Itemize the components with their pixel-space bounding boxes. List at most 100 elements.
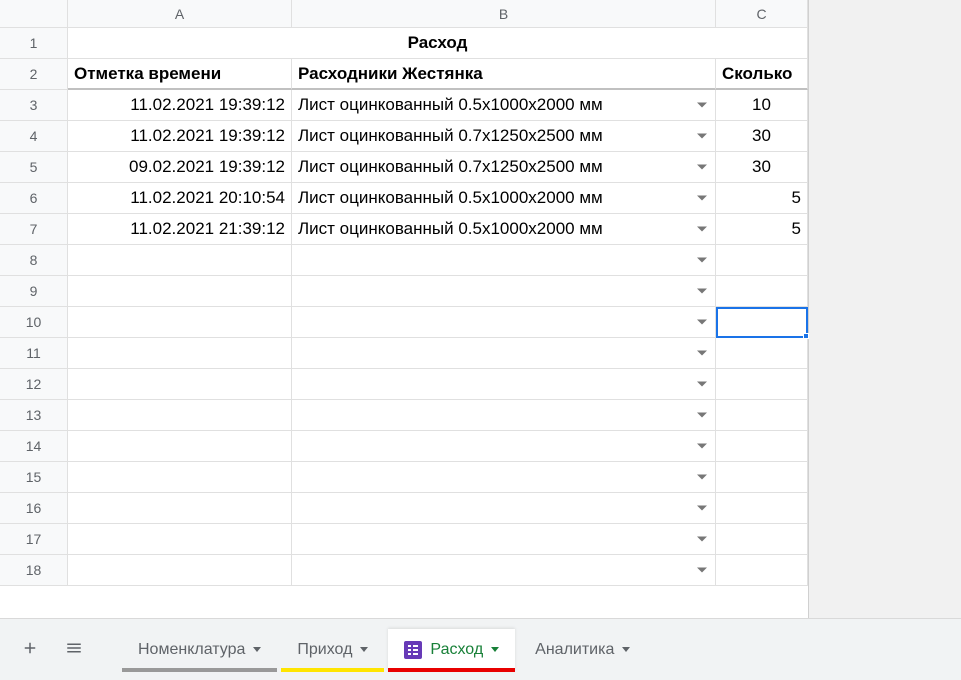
cell-A18[interactable] xyxy=(68,555,292,586)
cell-B10[interactable] xyxy=(292,307,716,338)
cell-C7[interactable]: 5 xyxy=(716,214,808,245)
row-header-3[interactable]: 3 xyxy=(0,90,68,121)
cell-B18[interactable] xyxy=(292,555,716,586)
column-header-A[interactable]: A xyxy=(68,0,292,28)
cell-C13[interactable] xyxy=(716,400,808,431)
cell-B13[interactable] xyxy=(292,400,716,431)
dropdown-icon[interactable] xyxy=(697,475,707,480)
cell-B7[interactable]: Лист оцинкованный 0.5х1000х2000 мм xyxy=(292,214,716,245)
row-header-7[interactable]: 7 xyxy=(0,214,68,245)
cell-A14[interactable] xyxy=(68,431,292,462)
dropdown-icon[interactable] xyxy=(697,134,707,139)
cell-B15[interactable] xyxy=(292,462,716,493)
cell-B11[interactable] xyxy=(292,338,716,369)
cell-B6[interactable]: Лист оцинкованный 0.5х1000х2000 мм xyxy=(292,183,716,214)
row-header-10[interactable]: 10 xyxy=(0,307,68,338)
dropdown-icon[interactable] xyxy=(697,382,707,387)
dropdown-icon[interactable] xyxy=(697,227,707,232)
cell-A5[interactable]: 09.02.2021 19:39:12 xyxy=(68,152,292,183)
dropdown-icon[interactable] xyxy=(697,506,707,511)
row-header-2[interactable]: 2 xyxy=(0,59,68,90)
dropdown-icon[interactable] xyxy=(697,568,707,573)
cell-A4[interactable]: 11.02.2021 19:39:12 xyxy=(68,121,292,152)
column-header-C[interactable]: C xyxy=(716,0,808,28)
row-header-14[interactable]: 14 xyxy=(0,431,68,462)
row-header-12[interactable]: 12 xyxy=(0,369,68,400)
dropdown-icon[interactable] xyxy=(697,444,707,449)
dropdown-icon[interactable] xyxy=(697,258,707,263)
dropdown-icon[interactable] xyxy=(697,537,707,542)
row-header-9[interactable]: 9 xyxy=(0,276,68,307)
row-header-11[interactable]: 11 xyxy=(0,338,68,369)
row-header-15[interactable]: 15 xyxy=(0,462,68,493)
cell-B12[interactable] xyxy=(292,369,716,400)
cell-A16[interactable] xyxy=(68,493,292,524)
cell-A17[interactable] xyxy=(68,524,292,555)
tab-prihod[interactable]: Приход xyxy=(281,629,384,671)
cell-C18[interactable] xyxy=(716,555,808,586)
row-header-18[interactable]: 18 xyxy=(0,555,68,586)
dropdown-icon[interactable] xyxy=(697,165,707,170)
tab-analitika[interactable]: Аналитика xyxy=(519,629,646,671)
all-sheets-button[interactable] xyxy=(54,630,94,670)
cell-C10[interactable] xyxy=(716,307,808,338)
cell-C6[interactable]: 5 xyxy=(716,183,808,214)
cell-A15[interactable] xyxy=(68,462,292,493)
cell-C4[interactable]: 30 xyxy=(716,121,808,152)
cell-C5[interactable]: 30 xyxy=(716,152,808,183)
row-header-1[interactable]: 1 xyxy=(0,28,68,59)
cell-A10[interactable] xyxy=(68,307,292,338)
cell-B14[interactable] xyxy=(292,431,716,462)
row-header-17[interactable]: 17 xyxy=(0,524,68,555)
select-all-corner[interactable] xyxy=(0,0,68,28)
dropdown-icon[interactable] xyxy=(697,196,707,201)
cell-B4[interactable]: Лист оцинкованный 0.7х1250х2500 мм xyxy=(292,121,716,152)
cell-C3[interactable]: 10 xyxy=(716,90,808,121)
dropdown-icon[interactable] xyxy=(697,351,707,356)
cell-C15[interactable] xyxy=(716,462,808,493)
add-sheet-button[interactable] xyxy=(10,630,50,670)
cell-B5[interactable]: Лист оцинкованный 0.7х1250х2500 мм xyxy=(292,152,716,183)
header-B[interactable]: Расходники Жестянка xyxy=(292,59,716,90)
cell-C9[interactable] xyxy=(716,276,808,307)
cell-A13[interactable] xyxy=(68,400,292,431)
dropdown-icon[interactable] xyxy=(697,103,707,108)
dropdown-icon[interactable] xyxy=(697,413,707,418)
cell-A11[interactable] xyxy=(68,338,292,369)
row-header-16[interactable]: 16 xyxy=(0,493,68,524)
cell-B16[interactable] xyxy=(292,493,716,524)
cell-A7[interactable]: 11.02.2021 21:39:12 xyxy=(68,214,292,245)
cell-B3[interactable]: Лист оцинкованный 0.5х1000х2000 мм xyxy=(292,90,716,121)
cell-B8[interactable] xyxy=(292,245,716,276)
cell-C17[interactable] xyxy=(716,524,808,555)
cell-A8[interactable] xyxy=(68,245,292,276)
header-A[interactable]: Отметка времени xyxy=(68,59,292,90)
cell-C11[interactable] xyxy=(716,338,808,369)
dropdown-icon[interactable] xyxy=(697,289,707,294)
cell-A3[interactable]: 11.02.2021 19:39:12 xyxy=(68,90,292,121)
cell-B9[interactable] xyxy=(292,276,716,307)
dropdown-icon[interactable] xyxy=(697,320,707,325)
header-C[interactable]: Сколько xyxy=(716,59,808,90)
cell-C14[interactable] xyxy=(716,431,808,462)
row-header-6[interactable]: 6 xyxy=(0,183,68,214)
cell-C8[interactable] xyxy=(716,245,808,276)
cell-C12[interactable] xyxy=(716,369,808,400)
tab-label: Аналитика xyxy=(535,641,614,659)
row-header-4[interactable]: 4 xyxy=(0,121,68,152)
cell-A9[interactable] xyxy=(68,276,292,307)
row-header-5[interactable]: 5 xyxy=(0,152,68,183)
cell-C16[interactable] xyxy=(716,493,808,524)
cell-A12[interactable] xyxy=(68,369,292,400)
row-header-13[interactable]: 13 xyxy=(0,400,68,431)
overflow-area xyxy=(808,0,961,618)
tab-rashod[interactable]: Расход xyxy=(388,629,515,671)
title-cell[interactable]: Расход xyxy=(68,28,808,59)
cell-A6[interactable]: 11.02.2021 20:10:54 xyxy=(68,183,292,214)
chevron-down-icon xyxy=(253,647,261,652)
cell-B17[interactable] xyxy=(292,524,716,555)
column-header-B[interactable]: B xyxy=(292,0,716,28)
tab-nomenklatura[interactable]: Номенклатура xyxy=(122,629,277,671)
fill-handle[interactable] xyxy=(803,333,809,339)
row-header-8[interactable]: 8 xyxy=(0,245,68,276)
